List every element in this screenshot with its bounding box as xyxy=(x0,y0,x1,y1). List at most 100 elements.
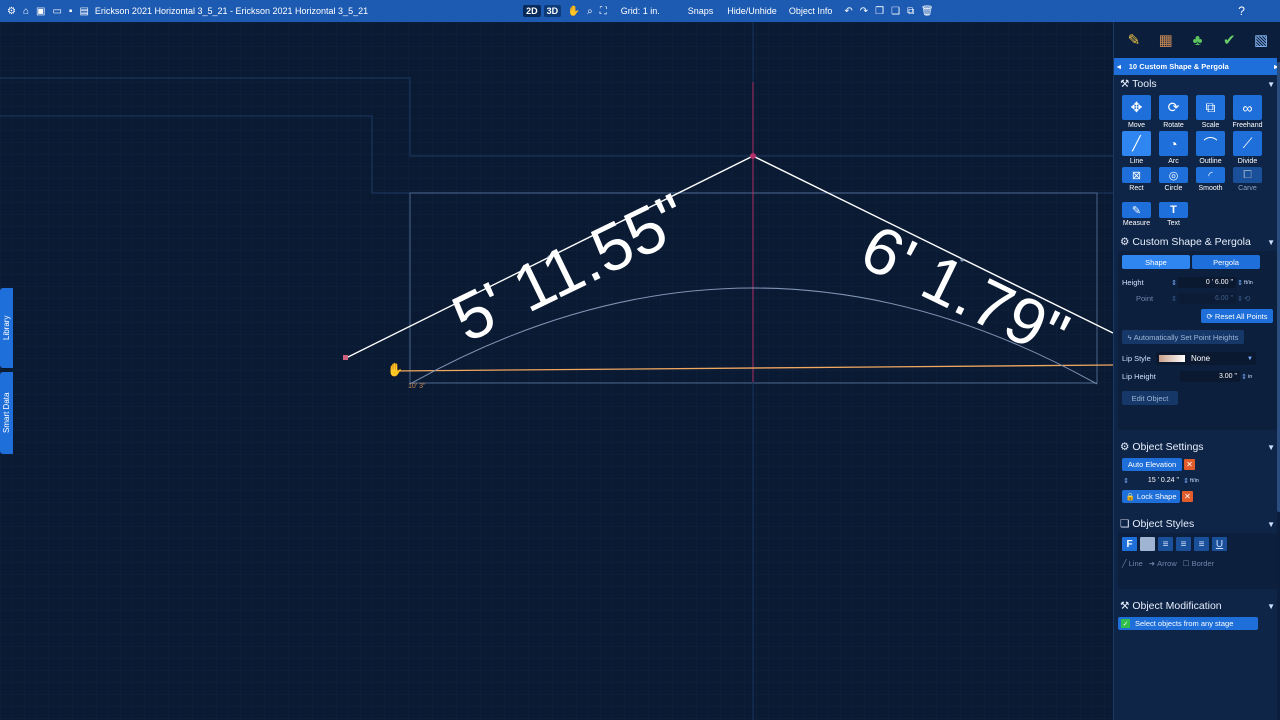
tool-line[interactable]: ╱ Line xyxy=(1118,131,1155,165)
copy-icon[interactable]: ❐ xyxy=(875,5,884,17)
elevation-input[interactable]: 15 ' 0.24 " xyxy=(1130,475,1182,486)
photo-icon[interactable]: ▧ xyxy=(1250,29,1272,51)
fill-color-icon[interactable] xyxy=(1140,537,1155,551)
close-icon[interactable]: ✕ xyxy=(1184,459,1195,470)
tool-measure[interactable]: ✎ Measure xyxy=(1118,202,1155,227)
settings-icon[interactable]: ⚙ xyxy=(7,5,16,17)
start-point-handle[interactable] xyxy=(343,355,348,360)
spinner-icon: ⇕ xyxy=(1237,295,1243,303)
object-settings-panel: Auto Elevation ✕ ⇕ 15 ' 0.24 " ⇕ ft/in 🔒… xyxy=(1114,456,1280,505)
mode-3d-button[interactable]: 3D xyxy=(543,5,562,17)
object-modification-section-header[interactable]: ⚒ Object Modification ▼ xyxy=(1114,597,1280,615)
refresh-icon: ⟳ xyxy=(1206,311,1215,321)
tool-rect[interactable]: ⊠ Rect xyxy=(1118,167,1155,192)
hide-unhide-button[interactable]: Hide/Unhide xyxy=(727,6,777,16)
spinner-icon[interactable]: ⇕ xyxy=(1236,279,1244,287)
lip-height-input[interactable]: 3.00 " xyxy=(1180,371,1240,382)
fit-view-icon[interactable]: ⛶ xyxy=(600,5,607,17)
chevron-down-icon[interactable]: ▼ xyxy=(1267,80,1275,89)
chevron-down-icon: ▼ xyxy=(1247,355,1253,362)
tool-arc[interactable]: ◔ Arc xyxy=(1155,131,1192,165)
line-style-button[interactable]: Line xyxy=(1129,559,1143,568)
tool-carve[interactable]: ⧠ Carve xyxy=(1229,167,1266,192)
small-dimension-label: 10' 3" xyxy=(408,383,426,390)
redo-icon[interactable]: ↷ xyxy=(860,5,868,17)
lip-style-select[interactable]: None ▼ xyxy=(1156,352,1256,365)
plants-icon[interactable]: ♣ xyxy=(1186,29,1208,51)
tab-pergola[interactable]: Pergola xyxy=(1192,255,1260,269)
carve-icon: ⧠ xyxy=(1233,167,1262,183)
materials-icon[interactable]: ▦ xyxy=(1155,29,1177,51)
tool-circle[interactable]: ◎ Circle xyxy=(1155,167,1192,192)
smart-data-tab[interactable]: Smart Data xyxy=(0,372,13,454)
duplicate-icon[interactable]: ⧉ xyxy=(907,5,914,17)
spinner-icon[interactable]: ⇕ xyxy=(1170,279,1178,287)
tool-freehand[interactable]: ∞ Freehand xyxy=(1229,95,1266,129)
stage-name: 10 Custom Shape & Pergola xyxy=(1128,62,1229,71)
divide-icon: ⟋ xyxy=(1233,131,1262,156)
stage-selector[interactable]: ◂ 10 Custom Shape & Pergola ▸ xyxy=(1114,58,1280,75)
chevron-down-icon[interactable]: ▼ xyxy=(1267,602,1275,611)
edit-object-button[interactable]: Edit Object xyxy=(1122,391,1178,405)
tool-move[interactable]: ✥ Move xyxy=(1118,95,1155,129)
spinner-icon[interactable]: ⇕ xyxy=(1240,373,1248,381)
custom-shape-section-header[interactable]: ⚙ Custom Shape & Pergola ▼ xyxy=(1114,233,1280,251)
undo-icon[interactable]: ↶ xyxy=(844,5,852,17)
apex-point-handle[interactable] xyxy=(750,153,756,159)
grid-size-button[interactable]: Grid: 1 in. xyxy=(621,6,660,16)
spinner-icon: ⇕ xyxy=(1171,295,1177,303)
tool-scale[interactable]: ⧉ Scale xyxy=(1192,95,1229,129)
chevron-down-icon[interactable]: ▼ xyxy=(1267,520,1275,529)
tools-section-header[interactable]: ⚒ Tools ▼ xyxy=(1114,75,1280,93)
spinner-icon[interactable]: ⇕ xyxy=(1122,477,1130,485)
zoom-icon[interactable]: ⌕ xyxy=(587,5,593,17)
tool-divide[interactable]: ⟋ Divide xyxy=(1229,131,1266,165)
library-tab[interactable]: Library xyxy=(0,288,13,368)
object-info-button[interactable]: Object Info xyxy=(789,6,833,16)
pan-hand-icon[interactable]: ✋ xyxy=(568,5,580,17)
stage-prev-icon[interactable]: ◂ xyxy=(1117,62,1121,71)
paste-icon[interactable]: ❏ xyxy=(891,5,900,17)
tab-shape[interactable]: Shape xyxy=(1122,255,1190,269)
snaps-button[interactable]: Snaps xyxy=(688,6,714,16)
auto-elevation-toggle[interactable]: Auto Elevation xyxy=(1122,458,1182,471)
align-left-icon[interactable]: ≡ xyxy=(1158,537,1173,551)
object-styles-section-header[interactable]: ❏ Object Styles ▼ xyxy=(1114,515,1280,533)
new-file-icon[interactable]: ▣ xyxy=(36,5,45,17)
measure-icon: ✎ xyxy=(1122,202,1151,218)
check-icon[interactable]: ✔ xyxy=(1218,29,1240,51)
chevron-down-icon[interactable]: ▼ xyxy=(1267,443,1275,452)
tool-rotate[interactable]: ⟳ Rotate xyxy=(1155,95,1192,129)
spinner-icon[interactable]: ⇕ xyxy=(1182,477,1190,485)
close-icon[interactable]: ✕ xyxy=(1182,491,1193,502)
gear-icon: ⚙ xyxy=(1120,236,1130,248)
underline-icon[interactable]: U xyxy=(1212,537,1227,551)
tool-text[interactable]: T Text xyxy=(1155,202,1192,227)
document-title: Erickson 2021 Horizontal 3_5_21 - Ericks… xyxy=(94,6,369,16)
tool-outline[interactable]: ⌒ Outline xyxy=(1192,131,1229,165)
help-icon[interactable]: ? xyxy=(1238,4,1245,18)
align-right-icon[interactable]: ≡ xyxy=(1194,537,1209,551)
delete-icon[interactable]: 🗑 xyxy=(921,5,934,17)
drawing-canvas[interactable]: 5' 11.55" 6' 1.79" 10' 3" ✋ xyxy=(0,22,1113,720)
auto-set-point-heights-button[interactable]: ϟ Automatically Set Point Heights xyxy=(1122,330,1244,344)
pencil-icon[interactable]: ✎ xyxy=(1123,29,1145,51)
align-center-icon[interactable]: ≡ xyxy=(1176,537,1191,551)
reset-all-points-button[interactable]: ⟳ Reset All Points xyxy=(1201,309,1273,323)
object-settings-section-header[interactable]: ⚙ Object Settings ▼ xyxy=(1114,438,1280,456)
tools-grid: ✥ Move ⟳ Rotate ⧉ Scale ∞ Freehand ╱ Line ◔ Ar… xyxy=(1114,93,1280,192)
lock-shape-toggle[interactable]: 🔒 Lock Shape xyxy=(1122,490,1180,503)
font-icon[interactable]: F xyxy=(1122,537,1137,551)
right-panel: ✎ ▦ ♣ ✔ ▧ ◂ 10 Custom Shape & Pergola ▸ … xyxy=(1113,22,1280,720)
mode-2d-button[interactable]: 2D xyxy=(523,5,541,17)
rect-icon: ⊠ xyxy=(1122,167,1151,183)
save-icon[interactable]: ▪ xyxy=(69,5,73,17)
border-style-button[interactable]: Border xyxy=(1192,559,1215,568)
select-any-stage-toggle[interactable]: ✓ Select objects from any stage xyxy=(1118,617,1258,630)
open-folder-icon[interactable]: ▭ xyxy=(52,5,61,17)
height-input[interactable]: 0 ' 6.00 " xyxy=(1178,277,1236,288)
home-icon[interactable]: ⌂ xyxy=(23,5,29,17)
tool-smooth[interactable]: ◜ Smooth xyxy=(1192,167,1229,192)
arrow-style-button[interactable]: Arrow xyxy=(1157,559,1177,568)
chevron-down-icon[interactable]: ▼ xyxy=(1267,238,1275,247)
